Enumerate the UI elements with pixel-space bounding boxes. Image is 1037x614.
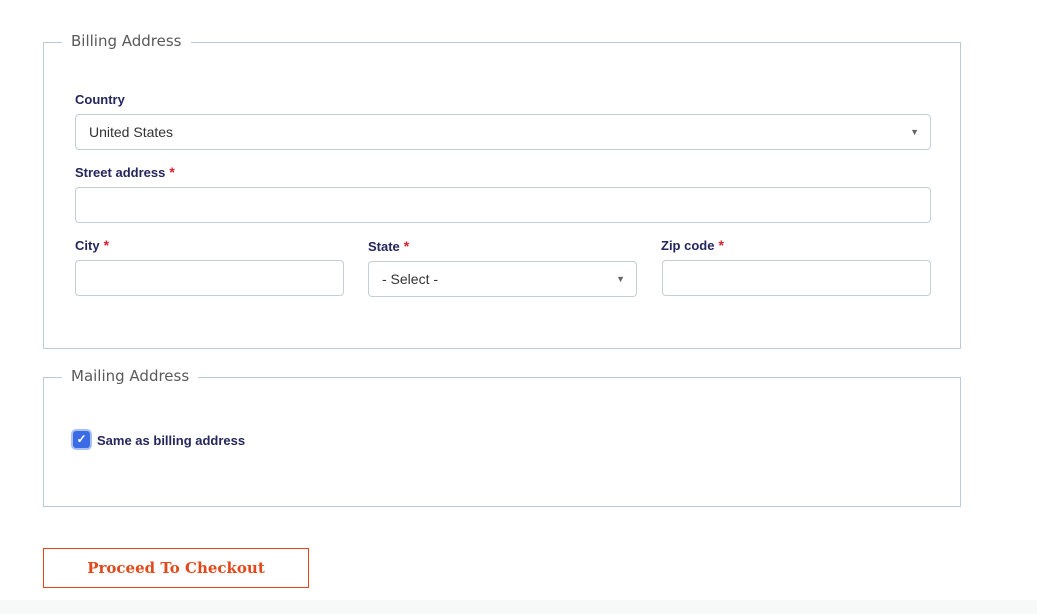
street-address-input[interactable]	[75, 187, 931, 223]
city-input[interactable]	[75, 260, 344, 296]
billing-address-legend: Billing Address	[62, 31, 191, 51]
city-label: City *	[75, 237, 109, 254]
country-label: Country	[75, 92, 125, 108]
city-label-text: City	[75, 238, 100, 253]
required-marker: *	[718, 237, 724, 253]
state-select-value: - Select -	[382, 271, 439, 287]
state-label-text: State	[368, 239, 400, 254]
page-footer-strip	[0, 600, 1037, 614]
mailing-address-legend: Mailing Address	[62, 366, 199, 386]
state-select[interactable]: - Select - ▼	[368, 261, 637, 297]
country-select[interactable]: United States ▼	[75, 114, 931, 150]
required-marker: *	[169, 164, 175, 180]
street-address-label-text: Street address	[75, 165, 166, 180]
required-marker: *	[103, 237, 110, 253]
same-as-billing-label[interactable]: Same as billing address	[97, 433, 245, 449]
chevron-down-icon: ▼	[616, 274, 625, 284]
proceed-to-checkout-button[interactable]: Proceed To Checkout	[43, 548, 309, 588]
country-label-text: Country	[75, 92, 125, 107]
state-label: State *	[368, 238, 409, 255]
street-address-label: Street address *	[75, 164, 175, 181]
check-icon: ✓	[76, 432, 87, 446]
country-select-value: United States	[89, 124, 174, 140]
chevron-down-icon: ▼	[910, 127, 919, 137]
zip-code-label: Zip code *	[661, 237, 724, 254]
same-as-billing-checkbox[interactable]: ✓	[73, 431, 90, 448]
zip-code-label-text: Zip code	[661, 238, 715, 253]
mailing-address-section: Mailing Address ✓ Same as billing addres…	[43, 366, 961, 507]
billing-address-section: Billing Address Country United States ▼ …	[43, 31, 961, 349]
zip-code-input[interactable]	[662, 260, 931, 296]
required-marker: *	[403, 238, 410, 254]
